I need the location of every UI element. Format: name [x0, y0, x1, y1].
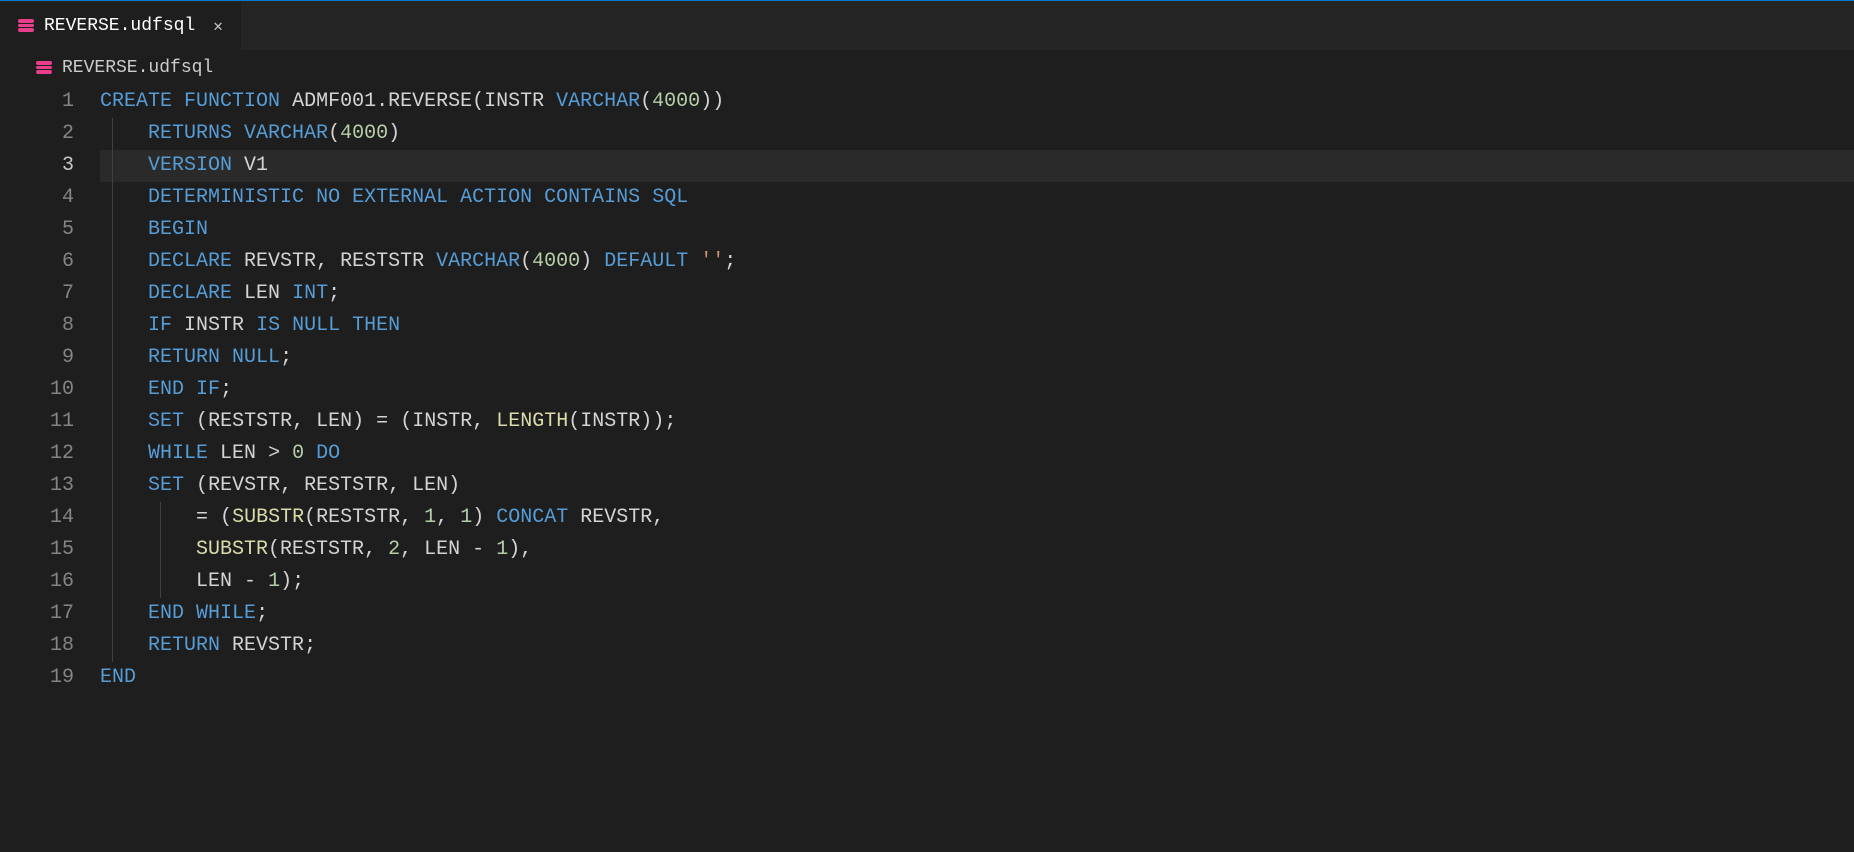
line-number: 14	[0, 502, 74, 534]
code-line[interactable]: RETURNS VARCHAR(4000)	[100, 118, 1854, 150]
database-icon	[36, 61, 52, 75]
line-number: 10	[0, 374, 74, 406]
line-number: 5	[0, 214, 74, 246]
breadcrumb-filename: REVERSE.udfsql	[62, 58, 213, 78]
line-number: 3	[0, 150, 74, 182]
code-line[interactable]: END IF;	[100, 374, 1854, 406]
code-line[interactable]: WHILE LEN > 0 DO	[100, 438, 1854, 470]
close-icon[interactable]: ✕	[213, 16, 223, 36]
code-line[interactable]: DECLARE REVSTR, RESTSTR VARCHAR(4000) DE…	[100, 246, 1854, 278]
line-number: 16	[0, 566, 74, 598]
code-line[interactable]: END	[100, 662, 1854, 694]
tab-bar: REVERSE.udfsql ✕	[0, 0, 1854, 50]
code-line[interactable]: CREATE FUNCTION ADMF001.REVERSE(INSTR VA…	[100, 86, 1854, 118]
breadcrumb[interactable]: REVERSE.udfsql	[0, 50, 1854, 86]
code-line[interactable]: = (SUBSTR(RESTSTR, 1, 1) CONCAT REVSTR,	[100, 502, 1854, 534]
line-number: 19	[0, 662, 74, 694]
line-number: 15	[0, 534, 74, 566]
tab-filename: REVERSE.udfsql	[44, 16, 195, 36]
line-number: 4	[0, 182, 74, 214]
code-line[interactable]: DETERMINISTIC NO EXTERNAL ACTION CONTAIN…	[100, 182, 1854, 214]
line-number: 17	[0, 598, 74, 630]
database-icon	[18, 19, 34, 33]
line-number: 1	[0, 86, 74, 118]
line-number: 6	[0, 246, 74, 278]
editor-tab[interactable]: REVERSE.udfsql ✕	[0, 2, 242, 50]
code-content[interactable]: CREATE FUNCTION ADMF001.REVERSE(INSTR VA…	[100, 86, 1854, 694]
code-line[interactable]: RETURN NULL;	[100, 342, 1854, 374]
code-line[interactable]: SET (RESTSTR, LEN) = (INSTR, LENGTH(INST…	[100, 406, 1854, 438]
code-line[interactable]: SUBSTR(RESTSTR, 2, LEN - 1),	[100, 534, 1854, 566]
line-number: 11	[0, 406, 74, 438]
code-editor[interactable]: 12345678910111213141516171819 CREATE FUN…	[0, 86, 1854, 694]
code-line[interactable]: DECLARE LEN INT;	[100, 278, 1854, 310]
code-line[interactable]: LEN - 1);	[100, 566, 1854, 598]
line-number: 9	[0, 342, 74, 374]
line-number: 12	[0, 438, 74, 470]
line-number-gutter: 12345678910111213141516171819	[0, 86, 100, 694]
line-number: 7	[0, 278, 74, 310]
code-line[interactable]: IF INSTR IS NULL THEN	[100, 310, 1854, 342]
line-number: 13	[0, 470, 74, 502]
code-line[interactable]: SET (REVSTR, RESTSTR, LEN)	[100, 470, 1854, 502]
line-number: 18	[0, 630, 74, 662]
line-number: 2	[0, 118, 74, 150]
code-line[interactable]: RETURN REVSTR;	[100, 630, 1854, 662]
code-line[interactable]: VERSION V1	[100, 150, 1854, 182]
line-number: 8	[0, 310, 74, 342]
code-line[interactable]: BEGIN	[100, 214, 1854, 246]
code-line[interactable]: END WHILE;	[100, 598, 1854, 630]
